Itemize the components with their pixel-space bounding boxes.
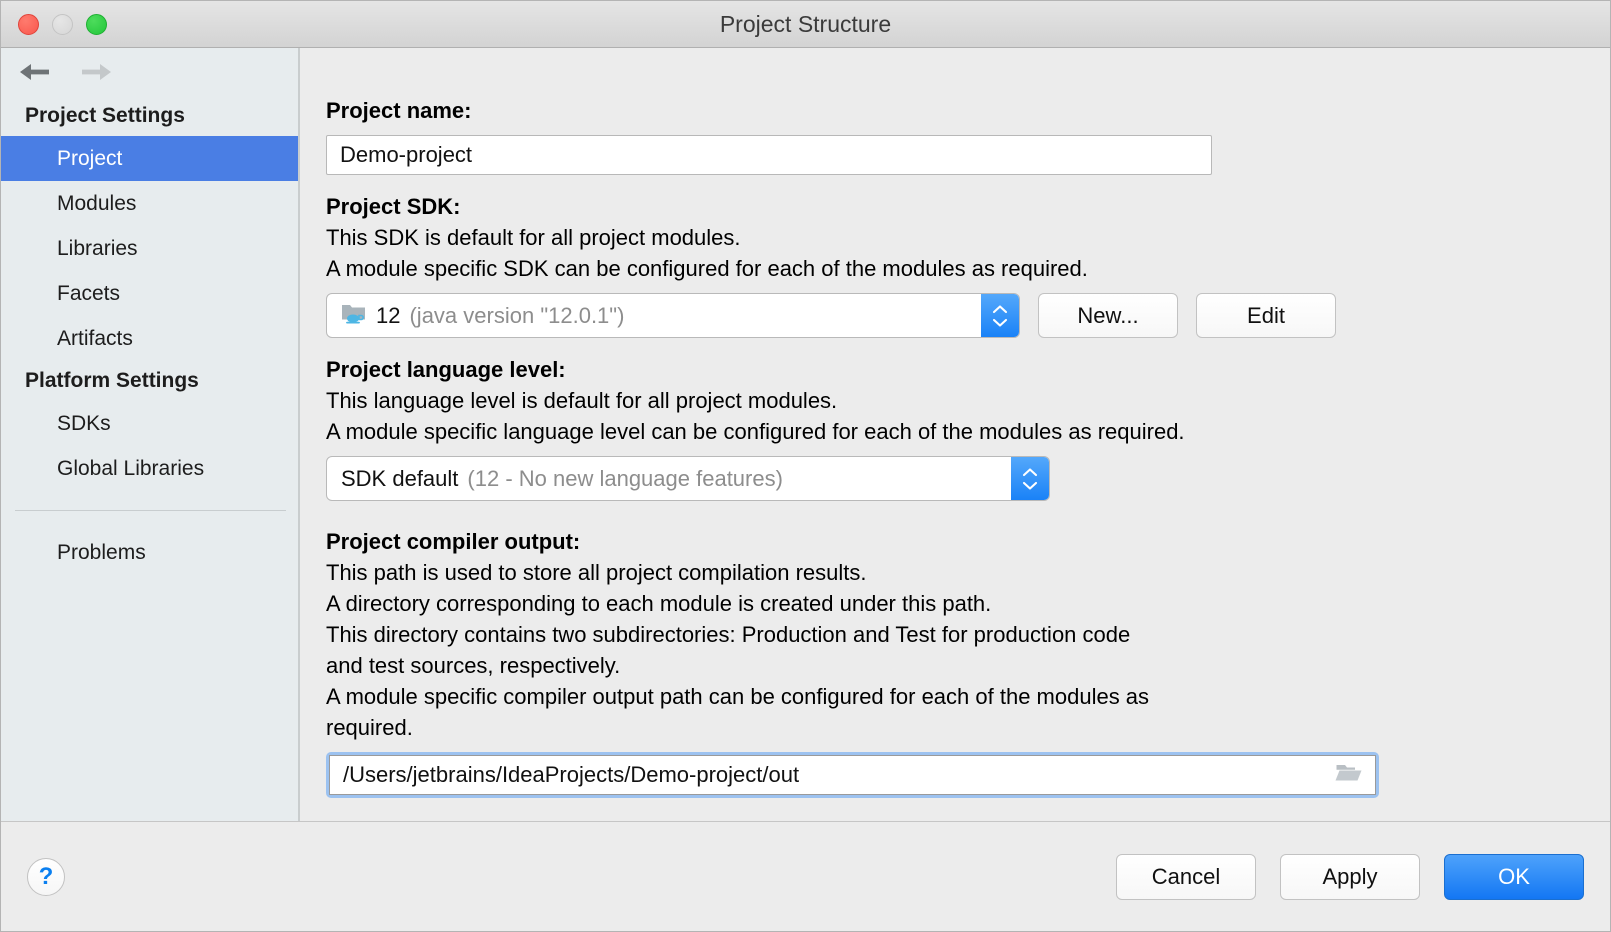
project-name-label: Project name: xyxy=(326,96,1610,126)
traffic-lights xyxy=(18,1,107,48)
apply-button[interactable]: Apply xyxy=(1280,854,1420,900)
compiler-output-desc-3: This directory contains two subdirectori… xyxy=(326,619,1610,650)
compiler-output-desc-5: A module specific compiler output path c… xyxy=(326,681,1610,712)
project-sdk-combobox-body: 12 (java version "12.0.1") xyxy=(327,294,981,337)
edit-sdk-button[interactable]: Edit xyxy=(1196,293,1336,338)
maximize-window-button[interactable] xyxy=(86,14,107,35)
compiler-output-desc-2: A directory corresponding to each module… xyxy=(326,588,1610,619)
sidebar-group-header-platform-settings: Platform Settings xyxy=(1,361,298,401)
project-sdk-value: 12 xyxy=(376,303,400,329)
compiler-output-path-input[interactable]: /Users/jetbrains/IdeaProjects/Demo-proje… xyxy=(329,755,1376,795)
language-level-stepper[interactable] xyxy=(1011,457,1049,500)
help-button[interactable]: ? xyxy=(27,858,65,896)
sidebar-group-header-project-settings: Project Settings xyxy=(1,96,298,136)
dialog-footer: ? Cancel Apply OK xyxy=(1,821,1610,931)
settings-sidebar: Project Settings Project Modules Librari… xyxy=(1,48,300,821)
folder-browse-icon[interactable] xyxy=(1335,762,1363,789)
new-sdk-button[interactable]: New... xyxy=(1038,293,1178,338)
sidebar-item-sdks[interactable]: SDKs xyxy=(1,401,298,446)
compiler-output-path-focus-ring: /Users/jetbrains/IdeaProjects/Demo-proje… xyxy=(326,752,1379,798)
compiler-output-path-value: /Users/jetbrains/IdeaProjects/Demo-proje… xyxy=(343,762,1325,788)
language-level-combobox-body: SDK default (12 - No new language featur… xyxy=(327,457,1011,500)
compiler-output-label: Project compiler output: xyxy=(326,527,1610,557)
minimize-window-button[interactable] xyxy=(52,14,73,35)
language-level-value-detail: (12 - No new language features) xyxy=(467,466,783,492)
language-level-desc-1: This language level is default for all p… xyxy=(326,385,1610,416)
project-sdk-desc-2: A module specific SDK can be configured … xyxy=(326,253,1610,284)
sdk-folder-java-icon xyxy=(341,301,367,330)
navigation-arrows xyxy=(1,48,298,96)
project-sdk-row: 12 (java version "12.0.1") New... Edit xyxy=(326,293,1610,338)
sidebar-item-modules[interactable]: Modules xyxy=(1,181,298,226)
sidebar-item-facets[interactable]: Facets xyxy=(1,271,298,316)
sidebar-item-problems[interactable]: Problems xyxy=(1,530,298,575)
project-sdk-stepper[interactable] xyxy=(981,294,1019,337)
sidebar-item-artifacts[interactable]: Artifacts xyxy=(1,316,298,361)
ok-button[interactable]: OK xyxy=(1444,854,1584,900)
chevron-up-icon xyxy=(991,304,1009,315)
title-bar: Project Structure xyxy=(1,1,1610,48)
sidebar-divider xyxy=(15,510,286,511)
sidebar-item-libraries[interactable]: Libraries xyxy=(1,226,298,271)
project-settings-panel: Project name: Demo-project Project SDK: … xyxy=(300,48,1610,821)
compiler-output-desc-4: and test sources, respectively. xyxy=(326,650,1610,681)
back-arrow-icon[interactable] xyxy=(18,60,52,84)
footer-buttons: Cancel Apply OK xyxy=(1116,854,1584,900)
sidebar-item-global-libraries[interactable]: Global Libraries xyxy=(1,446,298,491)
chevron-up-icon xyxy=(1021,467,1039,478)
language-level-label: Project language level: xyxy=(326,355,1610,385)
project-name-input[interactable]: Demo-project xyxy=(326,135,1212,175)
window-title: Project Structure xyxy=(1,11,1610,38)
close-window-button[interactable] xyxy=(18,14,39,35)
language-level-desc-2: A module specific language level can be … xyxy=(326,416,1610,447)
chevron-down-icon xyxy=(991,317,1009,328)
language-level-value: SDK default xyxy=(341,466,458,492)
forward-arrow-icon[interactable] xyxy=(79,60,113,84)
sidebar-item-project[interactable]: Project xyxy=(1,136,298,181)
project-sdk-desc-1: This SDK is default for all project modu… xyxy=(326,222,1610,253)
project-name-value: Demo-project xyxy=(340,142,472,168)
compiler-output-desc-1: This path is used to store all project c… xyxy=(326,557,1610,588)
chevron-down-icon xyxy=(1021,480,1039,491)
dialog-body: Project Settings Project Modules Librari… xyxy=(1,48,1610,821)
project-sdk-combobox[interactable]: 12 (java version "12.0.1") xyxy=(326,293,1020,338)
project-sdk-value-detail: (java version "12.0.1") xyxy=(409,303,624,329)
language-level-combobox[interactable]: SDK default (12 - No new language featur… xyxy=(326,456,1050,501)
cancel-button[interactable]: Cancel xyxy=(1116,854,1256,900)
project-structure-dialog: Project Structure Project Settings Proje… xyxy=(0,0,1611,932)
compiler-output-desc-6: required. xyxy=(326,712,1610,743)
project-sdk-label: Project SDK: xyxy=(326,192,1610,222)
